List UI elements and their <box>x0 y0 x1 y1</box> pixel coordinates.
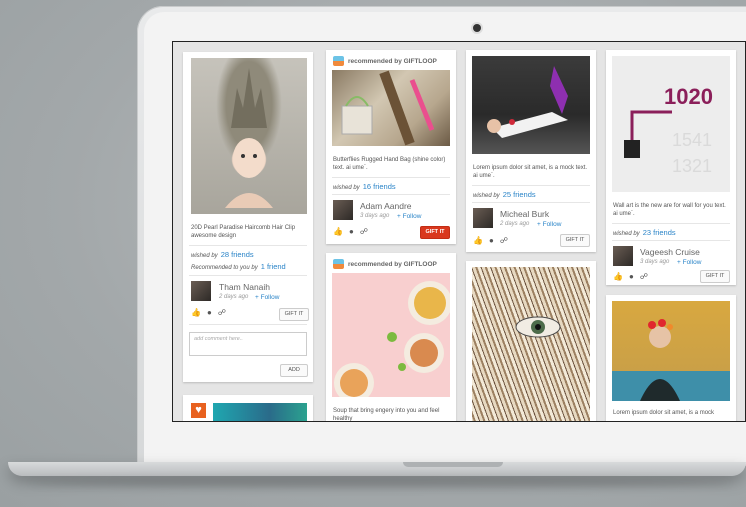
follow-button[interactable]: + Follow <box>677 259 701 266</box>
user-name[interactable]: Tham Nanaih <box>219 282 270 292</box>
gift-card[interactable]: Lorem ipsum dolor sit amet, is a mock <box>606 295 736 421</box>
action-bar: 👍 ● ☍ <box>473 236 508 245</box>
gift-card[interactable] <box>466 261 596 421</box>
handbag-photo <box>341 70 435 146</box>
wished-count-link[interactable]: 25 friends <box>503 190 536 199</box>
avatar[interactable] <box>333 200 353 220</box>
gift-card[interactable]: ♥ 1020 1541 1321 Wall art is the new are… <box>606 50 736 285</box>
laptop-notch <box>403 462 503 467</box>
gift-card[interactable]: 20D Pearl Paradise Haircomb Hair Clip aw… <box>183 52 313 382</box>
product-image[interactable]: 1020 1541 1321 <box>612 56 730 192</box>
product-image[interactable] <box>332 70 450 146</box>
wished-count-link[interactable]: 16 friends <box>363 182 396 191</box>
model-photo <box>487 66 568 138</box>
like-icon[interactable]: 👍 <box>191 308 201 317</box>
add-button[interactable]: ADD <box>280 364 308 377</box>
gift-card[interactable]: ♥ <box>183 395 313 421</box>
user-name[interactable]: Micheal Burk <box>500 209 549 219</box>
divider <box>332 194 450 195</box>
product-image[interactable] <box>472 267 590 421</box>
divider <box>472 202 590 203</box>
caption: Wall art is the new are for wall for you… <box>613 203 726 217</box>
user-name[interactable]: Adam Aandre <box>360 201 412 211</box>
action-bar: 👍 ● ☍ <box>333 227 368 236</box>
follow-button[interactable]: + Follow <box>537 221 561 228</box>
divider <box>612 240 730 241</box>
laptop-shadow <box>30 478 730 488</box>
follow-button[interactable]: + Follow <box>397 213 421 220</box>
svg-text:1020: 1020 <box>664 84 713 109</box>
portrait-photo <box>640 319 680 401</box>
user-name[interactable]: Vageesh Cruise <box>640 247 700 257</box>
recommended-count-link[interactable]: 1 friend <box>261 262 286 271</box>
divider <box>612 223 730 224</box>
gift-card[interactable]: recommended by GIFTLOOP Soup that bring … <box>326 253 456 422</box>
comment-icon[interactable]: ● <box>207 308 212 317</box>
caption: Butterflies Rugged Hand Bag (shine color… <box>333 157 446 171</box>
paper-face-art <box>515 316 561 338</box>
follow-button[interactable]: + Follow <box>255 294 279 301</box>
product-image[interactable] <box>612 301 730 401</box>
caption: Lorem ipsum dolor sit amet, is a mock te… <box>473 165 588 179</box>
product-image[interactable] <box>332 273 450 397</box>
recommended-label: recommended by GIFTLOOP <box>348 58 437 65</box>
product-image[interactable] <box>213 403 307 421</box>
wished-by: wished by 23 friends <box>613 228 676 237</box>
share-icon[interactable]: ☍ <box>640 272 648 281</box>
timestamp: 2 days ago <box>500 221 530 227</box>
laptop-screen: 20D Pearl Paradise Haircomb Hair Clip aw… <box>172 41 746 422</box>
gift-it-button[interactable]: GIFT IT <box>700 270 730 283</box>
comment-input[interactable]: add comment here.. <box>189 332 307 356</box>
gift-card[interactable]: recommended by GIFTLOOP Butterflies Rugg… <box>326 50 456 244</box>
divider <box>472 185 590 186</box>
timestamp: 3 days ago <box>360 213 390 219</box>
laptop-base <box>8 462 746 476</box>
wished-count-link[interactable]: 28 friends <box>221 250 254 259</box>
share-icon[interactable]: ☍ <box>500 236 508 245</box>
soup-photo <box>334 281 450 397</box>
gift-it-button[interactable]: GIFT IT <box>560 234 590 247</box>
product-image[interactable] <box>191 58 307 214</box>
giftloop-icon <box>333 56 344 66</box>
wall-art-photo: 1020 1541 1321 <box>624 84 713 176</box>
crown-figure <box>225 68 273 208</box>
avatar[interactable] <box>613 246 633 266</box>
heart-icon[interactable]: ♥ <box>191 403 206 418</box>
caption: 20D Pearl Paradise Haircomb Hair Clip aw… <box>191 225 296 239</box>
gift-it-button[interactable]: GIFT IT <box>420 226 450 239</box>
like-icon[interactable]: 👍 <box>613 272 623 281</box>
recommended-by: Recommended to you by 1 friend <box>191 262 286 271</box>
like-icon[interactable]: 👍 <box>333 227 343 236</box>
comment-icon[interactable]: ● <box>629 272 634 281</box>
recommended-label: recommended by GIFTLOOP <box>348 261 437 268</box>
divider <box>189 245 307 246</box>
timestamp: 3 days ago <box>640 259 670 265</box>
product-image[interactable] <box>472 56 590 154</box>
divider <box>189 275 307 276</box>
comment-icon[interactable]: ● <box>349 227 354 236</box>
action-bar: 👍 ● ☍ <box>613 272 648 281</box>
gift-it-button[interactable]: GIFT IT <box>279 308 309 321</box>
svg-text:1541: 1541 <box>672 130 712 150</box>
giftloop-icon <box>333 259 344 269</box>
camera-icon <box>473 24 481 32</box>
share-icon[interactable]: ☍ <box>218 308 226 317</box>
caption: Lorem ipsum dolor sit amet, is a mock <box>613 410 715 416</box>
wished-by: wished by 28 friends <box>191 250 254 259</box>
wished-by: wished by 25 friends <box>473 190 536 199</box>
avatar[interactable] <box>191 281 211 301</box>
timestamp: 2 days ago <box>219 294 249 300</box>
divider <box>189 324 307 325</box>
share-icon[interactable]: ☍ <box>360 227 368 236</box>
divider <box>332 177 450 178</box>
caption: Soup that bring engery into you and feel… <box>333 408 440 422</box>
svg-text:1321: 1321 <box>672 156 712 176</box>
avatar[interactable] <box>473 208 493 228</box>
action-bar: 👍 ● ☍ <box>191 308 226 317</box>
wished-count-link[interactable]: 23 friends <box>643 228 676 237</box>
comment-icon[interactable]: ● <box>489 236 494 245</box>
wished-by: wished by 16 friends <box>333 182 396 191</box>
gift-card[interactable]: ♥ Lorem ipsum dolor sit amet, is a mock … <box>466 50 596 252</box>
like-icon[interactable]: 👍 <box>473 236 483 245</box>
